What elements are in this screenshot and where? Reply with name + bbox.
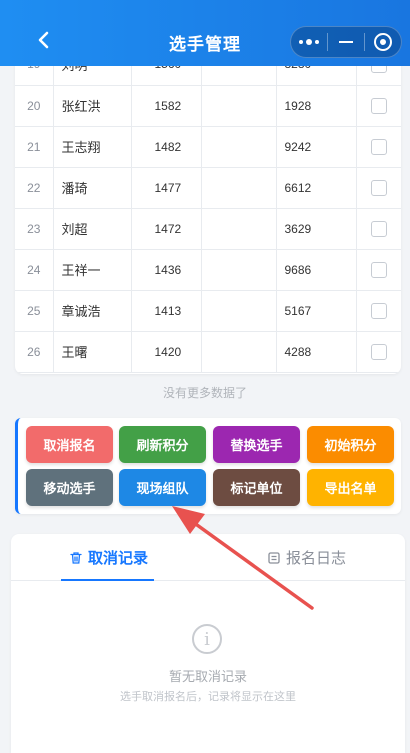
rank-cell: 21 bbox=[15, 126, 53, 168]
table-row: 20 张红洪 1582 1928 bbox=[15, 85, 401, 127]
player-name-cell: 王祥一 bbox=[52, 249, 131, 291]
action-button-panel: 取消报名 刷新积分 替换选手 初始积分 移动选手 现场组队 标记单位 导出名单 bbox=[15, 418, 401, 514]
info-icon: i bbox=[192, 624, 222, 654]
tab-signup-log[interactable]: 报名日志 bbox=[267, 534, 346, 581]
points-cell: 1472 bbox=[130, 208, 201, 250]
checkbox-cell bbox=[355, 126, 401, 168]
row-checkbox[interactable] bbox=[370, 138, 387, 155]
onsite-team-button[interactable]: 现场组队 bbox=[119, 469, 206, 506]
cancel-signup-button[interactable]: 取消报名 bbox=[26, 426, 113, 463]
tab-signup-label: 报名日志 bbox=[286, 550, 347, 567]
table-row: 25 章诚浩 1413 5167 bbox=[15, 290, 401, 332]
empty-cell bbox=[200, 331, 276, 373]
close-miniprogram-button[interactable] bbox=[365, 27, 401, 57]
player-name-cell: 王曙 bbox=[52, 331, 131, 373]
points-cell: 1482 bbox=[130, 126, 201, 168]
move-player-button[interactable]: 移动选手 bbox=[26, 469, 113, 506]
table-row: 24 王祥一 1436 9686 bbox=[15, 249, 401, 291]
target-circle-icon bbox=[374, 33, 392, 51]
player-name-cell: 王志翔 bbox=[52, 126, 131, 168]
table-row: 21 王志翔 1482 9242 bbox=[15, 126, 401, 168]
minus-icon bbox=[339, 41, 353, 43]
row-checkbox[interactable] bbox=[370, 220, 387, 237]
minimize-button[interactable] bbox=[328, 27, 364, 57]
initial-points-button[interactable]: 初始积分 bbox=[307, 426, 394, 463]
empty-cell bbox=[200, 290, 276, 332]
empty-cell bbox=[200, 167, 276, 209]
number-cell: 1928 bbox=[275, 85, 356, 127]
active-tab-indicator bbox=[61, 579, 154, 581]
checkbox-cell bbox=[355, 331, 401, 373]
checkbox-cell bbox=[355, 85, 401, 127]
player-name-cell: 刘超 bbox=[52, 208, 131, 250]
checkbox-cell bbox=[355, 290, 401, 332]
points-cell: 1413 bbox=[130, 290, 201, 332]
number-cell: 3629 bbox=[275, 208, 356, 250]
empty-cell bbox=[200, 126, 276, 168]
rank-cell: 25 bbox=[15, 290, 53, 332]
empty-cell bbox=[200, 85, 276, 127]
rank-cell: 26 bbox=[15, 331, 53, 373]
number-cell: 6612 bbox=[275, 167, 356, 209]
player-name-cell: 潘琦 bbox=[52, 167, 131, 209]
refresh-points-button[interactable]: 刷新积分 bbox=[119, 426, 206, 463]
checkbox-cell bbox=[355, 249, 401, 291]
tab-cancel-records[interactable]: 取消记录 bbox=[69, 534, 148, 581]
row-checkbox[interactable] bbox=[370, 343, 387, 360]
points-cell: 1582 bbox=[130, 85, 201, 127]
empty-state-subtitle: 选手取消报名后，记录将显示在这里 bbox=[120, 691, 296, 703]
replace-player-button[interactable]: 替换选手 bbox=[213, 426, 300, 463]
number-cell: 9242 bbox=[275, 126, 356, 168]
empty-cell bbox=[200, 208, 276, 250]
rank-cell: 22 bbox=[15, 167, 53, 209]
row-checkbox[interactable] bbox=[370, 302, 387, 319]
number-cell: 4288 bbox=[275, 331, 356, 373]
checkbox-cell bbox=[355, 167, 401, 209]
row-checkbox[interactable] bbox=[370, 179, 387, 196]
log-list-icon bbox=[267, 551, 281, 565]
rank-cell: 24 bbox=[15, 249, 53, 291]
log-card: 取消记录 报名日志 i 暂无取消记录 选手取消报名后，记录将显示在这里 bbox=[11, 534, 405, 753]
player-name-cell: 章诚浩 bbox=[52, 290, 131, 332]
more-dots-icon bbox=[299, 39, 319, 45]
table-row: 23 刘超 1472 3629 bbox=[15, 208, 401, 250]
points-cell: 1420 bbox=[130, 331, 201, 373]
miniprogram-capsule bbox=[290, 26, 402, 58]
log-tabs: 取消记录 报名日志 bbox=[11, 534, 405, 581]
table-row: 22 潘琦 1477 6612 bbox=[15, 167, 401, 209]
export-list-button[interactable]: 导出名单 bbox=[307, 469, 394, 506]
empty-state-title: 暂无取消记录 bbox=[168, 669, 247, 684]
nav-header: 选手管理 bbox=[0, 0, 410, 66]
number-cell: 9686 bbox=[275, 249, 356, 291]
rank-cell: 23 bbox=[15, 208, 53, 250]
mark-unit-button[interactable]: 标记单位 bbox=[213, 469, 300, 506]
player-name-cell: 张红洪 bbox=[52, 85, 131, 127]
more-menu-button[interactable] bbox=[291, 27, 327, 57]
number-cell: 5167 bbox=[275, 290, 356, 332]
player-table-card: 19刘明1560828020张红洪1582192821王志翔1482924222… bbox=[15, 40, 401, 374]
empty-cell bbox=[200, 249, 276, 291]
checkbox-cell bbox=[355, 208, 401, 250]
trash-icon bbox=[69, 551, 83, 565]
points-cell: 1477 bbox=[130, 167, 201, 209]
row-checkbox[interactable] bbox=[370, 261, 387, 278]
tab-cancel-label: 取消记录 bbox=[88, 550, 149, 567]
no-more-data-text: 没有更多数据了 bbox=[162, 386, 247, 400]
points-cell: 1436 bbox=[130, 249, 201, 291]
table-row: 26 王曙 1420 4288 bbox=[15, 331, 401, 373]
rank-cell: 20 bbox=[15, 85, 53, 127]
player-table: 19刘明1560828020张红洪1582192821王志翔1482924222… bbox=[15, 44, 401, 373]
row-checkbox[interactable] bbox=[370, 97, 387, 114]
